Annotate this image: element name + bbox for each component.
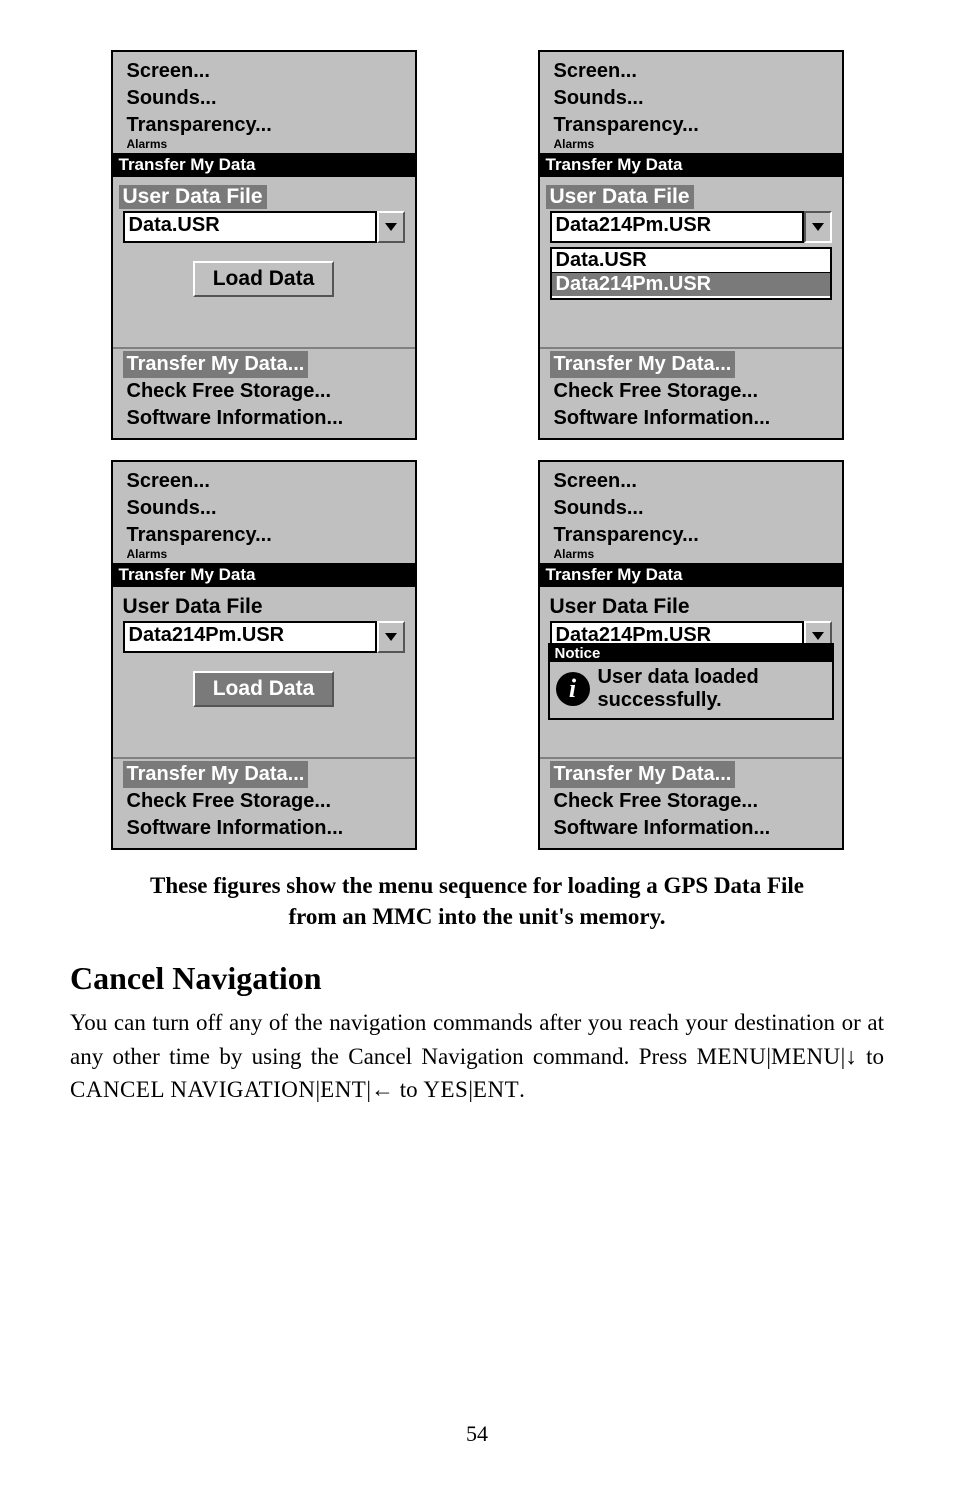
menu-item: Sounds... bbox=[127, 495, 405, 522]
menu-item[interactable]: Software Information... bbox=[127, 405, 405, 432]
combo-value[interactable]: Data.USR bbox=[123, 211, 377, 243]
screenshot-panel-3: Screen... Sounds... Transparency... Alar… bbox=[111, 460, 417, 850]
combo-value[interactable]: Data214Pm.USR bbox=[123, 621, 377, 653]
dropdown-button[interactable] bbox=[377, 211, 405, 243]
dropdown-button[interactable] bbox=[804, 211, 832, 243]
menu-item-cut: Alarms bbox=[554, 139, 832, 149]
menu-item-cut: Alarms bbox=[127, 139, 405, 149]
menu-item-selected[interactable]: Transfer My Data... bbox=[123, 761, 309, 788]
key-ent: ENT bbox=[320, 1077, 366, 1102]
page-number: 54 bbox=[0, 1421, 954, 1447]
body-run: to bbox=[394, 1077, 423, 1102]
menu-item[interactable]: Check Free Storage... bbox=[127, 378, 405, 405]
field-label: User Data File bbox=[123, 595, 405, 619]
menu-item[interactable]: Check Free Storage... bbox=[554, 788, 832, 815]
dialog-title: Transfer My Data bbox=[540, 563, 842, 587]
field-label: User Data File bbox=[546, 185, 694, 209]
chevron-down-icon bbox=[385, 633, 397, 641]
combo-box[interactable]: Data214Pm.USR bbox=[550, 211, 832, 243]
combo-box[interactable]: Data.USR bbox=[123, 211, 405, 243]
menu-item: Screen... bbox=[554, 58, 832, 85]
key-menu: MENU bbox=[697, 1044, 767, 1069]
menu-item: Screen... bbox=[554, 468, 832, 495]
menu-item-selected[interactable]: Transfer My Data... bbox=[550, 351, 736, 378]
menu-item: Transparency... bbox=[127, 522, 405, 549]
info-icon: i bbox=[556, 672, 590, 706]
menu-item: Screen... bbox=[127, 58, 405, 85]
load-data-button[interactable]: Load Data bbox=[193, 261, 335, 297]
menu-item[interactable]: Software Information... bbox=[554, 815, 832, 842]
menu-item[interactable]: Check Free Storage... bbox=[127, 788, 405, 815]
menu-item-selected[interactable]: Transfer My Data... bbox=[550, 761, 736, 788]
dropdown-button[interactable] bbox=[377, 621, 405, 653]
dropdown-list[interactable]: Data.USR Data214Pm.USR bbox=[550, 247, 832, 300]
arrow-left-icon: ← bbox=[371, 1076, 394, 1102]
screenshot-panel-2: Screen... Sounds... Transparency... Alar… bbox=[538, 50, 844, 440]
dropdown-item-selected[interactable]: Data214Pm.USR bbox=[552, 273, 830, 296]
chevron-down-icon bbox=[812, 223, 824, 231]
dialog-title: Transfer My Data bbox=[113, 563, 415, 587]
menu-item: Screen... bbox=[127, 468, 405, 495]
menu-item[interactable]: Software Information... bbox=[127, 815, 405, 842]
menu-item: Transparency... bbox=[554, 522, 832, 549]
field-label: User Data File bbox=[550, 595, 832, 619]
notice-text: User data loaded successfully. bbox=[598, 666, 826, 712]
menu-item-cut: Alarms bbox=[554, 549, 832, 559]
field-label: User Data File bbox=[119, 185, 267, 209]
notice-title: Notice bbox=[550, 645, 832, 662]
notice-dialog: Notice i User data loaded successfully. bbox=[548, 643, 834, 720]
body-paragraph: You can turn off any of the navigation c… bbox=[70, 1007, 884, 1107]
chevron-down-icon bbox=[385, 223, 397, 231]
section-heading: Cancel Navigation bbox=[70, 960, 884, 997]
combo-box[interactable]: Data214Pm.USR bbox=[123, 621, 405, 653]
menu-item[interactable]: Check Free Storage... bbox=[554, 378, 832, 405]
body-run: . bbox=[519, 1077, 525, 1102]
key-menu: MENU bbox=[771, 1044, 841, 1069]
caption-line: These figures show the menu sequence for… bbox=[150, 873, 804, 898]
menu-item-selected[interactable]: Transfer My Data... bbox=[123, 351, 309, 378]
menu-item: Transparency... bbox=[554, 112, 832, 139]
body-run: to bbox=[857, 1044, 884, 1069]
chevron-down-icon bbox=[812, 632, 824, 640]
combo-value[interactable]: Data214Pm.USR bbox=[550, 211, 804, 243]
dropdown-item[interactable]: Data.USR bbox=[552, 249, 830, 273]
menu-item[interactable]: Software Information... bbox=[554, 405, 832, 432]
key-yes: YES bbox=[423, 1077, 468, 1102]
caption-line: from an MMC into the unit's memory. bbox=[288, 904, 665, 929]
load-data-button[interactable]: Load Data bbox=[193, 671, 335, 707]
key-cancel-navigation: CANCEL NAVIGATION bbox=[70, 1077, 316, 1102]
figure-caption: These figures show the menu sequence for… bbox=[80, 870, 874, 932]
key-ent: ENT bbox=[473, 1077, 519, 1102]
menu-item: Sounds... bbox=[127, 85, 405, 112]
menu-item: Sounds... bbox=[554, 495, 832, 522]
menu-item: Sounds... bbox=[554, 85, 832, 112]
dialog-title: Transfer My Data bbox=[113, 153, 415, 177]
screenshot-panel-4: Screen... Sounds... Transparency... Alar… bbox=[538, 460, 844, 850]
menu-item: Transparency... bbox=[127, 112, 405, 139]
screenshot-panel-1: Screen... Sounds... Transparency... Alar… bbox=[111, 50, 417, 440]
arrow-down-icon: ↓ bbox=[845, 1043, 857, 1069]
menu-item-cut: Alarms bbox=[127, 549, 405, 559]
dialog-title: Transfer My Data bbox=[540, 153, 842, 177]
